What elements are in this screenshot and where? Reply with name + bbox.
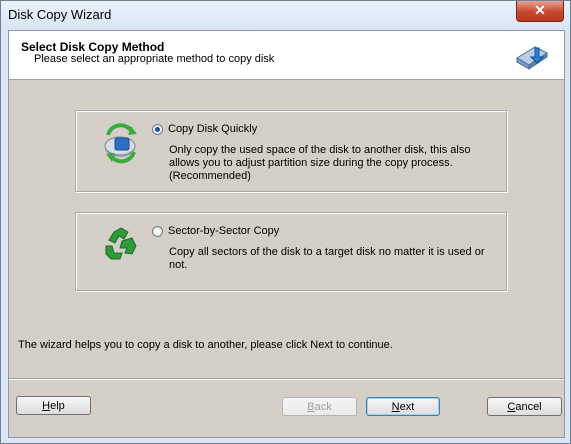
next-button[interactable]: Next — [366, 397, 440, 416]
wizard-hint-text: The wizard helps you to copy a disk to a… — [18, 339, 393, 351]
help-button[interactable]: Help — [16, 396, 91, 415]
wizard-client-area: Select Disk Copy Method Please select an… — [8, 30, 565, 438]
close-icon: ✕ — [534, 2, 546, 18]
copy-quickly-option[interactable]: Copy Disk Quickly Only copy the used spa… — [75, 110, 507, 192]
recycle-icon — [105, 227, 137, 260]
page-title: Select Disk Copy Method — [21, 40, 165, 54]
close-button[interactable]: ✕ — [516, 1, 564, 22]
disk-copy-icon — [516, 46, 548, 70]
sector-by-sector-description: Copy all sectors of the disk to a target… — [169, 246, 485, 271]
sector-by-sector-option[interactable]: Sector-by-Sector Copy Copy all sectors o… — [75, 212, 507, 291]
sector-by-sector-label[interactable]: Sector-by-Sector Copy — [168, 225, 279, 237]
footer-divider — [9, 378, 564, 380]
page-subtitle: Please select an appropriate method to c… — [34, 53, 275, 65]
back-button[interactable]: Back — [282, 397, 357, 416]
title-bar: Disk Copy Wizard ✕ — [1, 1, 570, 29]
disk-copy-wizard-window: Disk Copy Wizard ✕ Select Disk Copy Meth… — [0, 0, 571, 444]
disk-arrows-icon — [104, 123, 137, 164]
copy-quickly-label[interactable]: Copy Disk Quickly — [168, 123, 257, 135]
sector-by-sector-radio[interactable] — [152, 226, 163, 237]
cancel-button[interactable]: Cancel — [487, 397, 562, 416]
copy-quickly-description: Only copy the used space of the disk to … — [169, 144, 471, 182]
wizard-header: Select Disk Copy Method Please select an… — [9, 31, 564, 80]
window-title: Disk Copy Wizard — [8, 7, 112, 22]
copy-quickly-radio[interactable] — [152, 124, 163, 135]
